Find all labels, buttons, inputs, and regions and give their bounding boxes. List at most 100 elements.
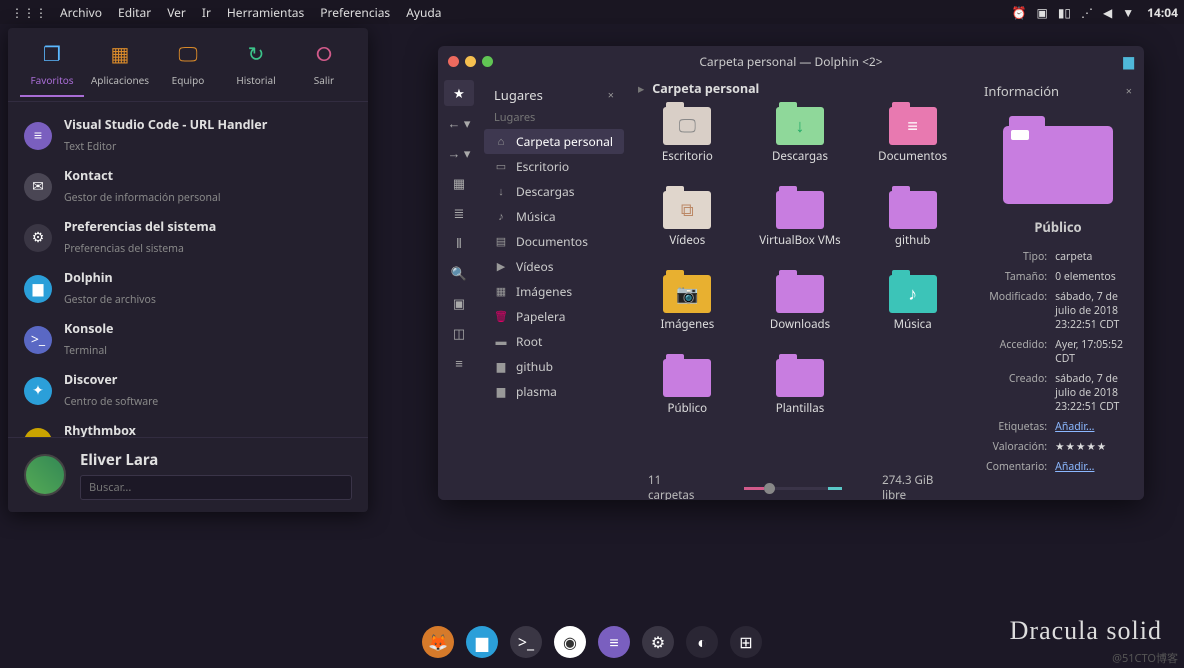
maximize-button[interactable]	[482, 56, 493, 67]
tab-aplicaciones[interactable]: ▦ Aplicaciones	[88, 40, 152, 97]
wifi-icon[interactable]: ⋰	[1076, 4, 1098, 21]
minimize-button[interactable]	[465, 56, 476, 67]
info-item-name: Público	[984, 218, 1132, 236]
tab-equipo[interactable]: 🖵 Equipo	[156, 40, 220, 97]
place-icon: ▶	[494, 259, 508, 274]
user-avatar[interactable]	[24, 454, 66, 496]
dock-item[interactable]: ⊞	[730, 626, 762, 658]
tab-salir[interactable]: ⭘ Salir	[292, 40, 356, 97]
equipo-icon: 🖵	[178, 40, 197, 67]
folder-item[interactable]: .fitem .ficon[style*='#c87de0']::before{…	[747, 275, 854, 357]
preview-icon[interactable]: ▣	[444, 290, 474, 316]
clock[interactable]: 14:04	[1139, 4, 1178, 21]
details-view-icon[interactable]: ⦀	[444, 230, 474, 256]
compact-view-icon[interactable]: ≣	[444, 200, 474, 226]
search-input[interactable]	[80, 475, 352, 500]
add-comment-link[interactable]: Añadir...	[1055, 460, 1094, 474]
menu-editar[interactable]: Editar	[110, 4, 159, 21]
dock-item[interactable]: >_	[510, 626, 542, 658]
folder-icon: .fitem .ficon[style*='#8fd89a']::before{…	[776, 107, 824, 145]
aplicaciones-icon: ▦	[111, 40, 130, 67]
tray-expand-icon[interactable]: ▼	[1117, 4, 1139, 21]
dock-item[interactable]: ≡	[598, 626, 630, 658]
dock-item[interactable]: ◉	[554, 626, 586, 658]
app-item[interactable]: ⚙ Preferencias del sistemaPreferencias d…	[20, 212, 356, 263]
dock-item[interactable]: 🦊	[422, 626, 454, 658]
menu-archivo[interactable]: Archivo	[52, 4, 110, 21]
place-item[interactable]: ♪ Música	[484, 204, 624, 229]
menu-preferencias[interactable]: Preferencias	[312, 4, 398, 21]
app-item[interactable]: ▆ DolphinGestor de archivos	[20, 263, 356, 314]
dock-item[interactable]: ◐	[686, 626, 718, 658]
forward-icon[interactable]: → ▾	[444, 140, 474, 166]
search-icon[interactable]: 🔍	[444, 260, 474, 286]
place-item[interactable]: ↓ Descargas	[484, 179, 624, 204]
place-item[interactable]: ▬ Root	[484, 329, 624, 354]
info-close-icon[interactable]: ×	[1126, 84, 1132, 99]
places-panel: Lugares× Lugares ⌂ Carpeta personal ▭ Es…	[480, 76, 628, 500]
folder-item[interactable]: .fitem .ficon[style*='#e8b030']::before{…	[634, 275, 741, 357]
menu-herramientas[interactable]: Herramientas	[219, 4, 312, 21]
folder-item[interactable]: .fitem .ficon[style*='#c87de0']::before{…	[747, 359, 854, 441]
folder-item[interactable]: .fitem .ficon[style*='#d9cfc7']::before{…	[634, 107, 741, 189]
dock-item[interactable]: ⚙	[642, 626, 674, 658]
place-item[interactable]: ▭ Escritorio	[484, 154, 624, 179]
place-item[interactable]: ▆ plasma	[484, 379, 624, 404]
folder-item[interactable]: .fitem .ficon[style*='#c87de0']::before{…	[747, 191, 854, 273]
place-item[interactable]: ▤ Documentos	[484, 229, 624, 254]
crumb-current[interactable]: Carpeta personal	[652, 80, 759, 97]
rating-stars[interactable]: ★★★★★	[1055, 438, 1130, 456]
zoom-slider[interactable]	[744, 487, 842, 490]
menu-ayuda[interactable]: Ayuda	[398, 4, 449, 21]
app-launcher-icon[interactable]: ⋮⋮⋮	[6, 4, 52, 21]
app-item[interactable]: ✉ KontactGestor de información personal	[20, 161, 356, 212]
app-item[interactable]: ✦ DiscoverCentro de software	[20, 365, 356, 416]
menu-icon[interactable]: ≡	[444, 350, 474, 376]
folder-item[interactable]: .fitem .ficon[style*='#c87de0']::before{…	[859, 191, 966, 273]
app-item[interactable]: ◉ RhythmboxReproductor de música	[20, 416, 356, 437]
place-item[interactable]: ▆ github	[484, 354, 624, 379]
folder-item[interactable]: .fitem .ficon[style*='#c87de0']::before{…	[634, 359, 741, 441]
folder-item[interactable]: .fitem .ficon[style*='#3cc4b8']::before{…	[859, 275, 966, 357]
place-icon: ↓	[494, 184, 508, 199]
statusbar: 11 carpetas 274.3 GiB libre	[628, 476, 972, 500]
salir-icon: ⭘	[316, 40, 332, 67]
place-item[interactable]: ▦ Imágenes	[484, 279, 624, 304]
item-count: 11 carpetas	[648, 473, 704, 500]
back-icon[interactable]: ← ▾	[444, 110, 474, 136]
breadcrumb[interactable]: ▸ Carpeta personal	[628, 76, 972, 101]
places-toggle-icon[interactable]: ★	[444, 80, 474, 106]
battery-icon[interactable]: ▮▯	[1053, 4, 1076, 21]
place-icon: ▆	[494, 384, 508, 399]
folder-item[interactable]: .fitem .ficon[style*='#8fd89a']::before{…	[747, 107, 854, 189]
icons-view-icon[interactable]: ▦	[444, 170, 474, 196]
add-tags-link[interactable]: Añadir...	[1055, 420, 1094, 434]
place-item[interactable]: ▶ Vídeos	[484, 254, 624, 279]
volume-icon[interactable]: ◀	[1098, 4, 1117, 21]
folder-item[interactable]: .fitem .ficon[style*='#e0d6cc']::before{…	[634, 191, 741, 273]
clipboard-icon[interactable]: ▣	[1031, 4, 1052, 21]
free-space: 274.3 GiB libre	[882, 473, 952, 500]
titlebar[interactable]: Carpeta personal — Dolphin <2> ▆	[438, 46, 1144, 76]
main-view: ▸ Carpeta personal .fitem .ficon[style*=…	[628, 76, 972, 500]
left-iconbar: ★ ← ▾ → ▾ ▦ ≣ ⦀ 🔍 ▣ ◫ ≡	[438, 76, 480, 500]
place-icon: ▭	[494, 159, 508, 174]
folder-item[interactable]: .fitem .ficon[style*='#e879b0']::before{…	[859, 107, 966, 189]
places-close-icon[interactable]: ×	[608, 88, 614, 103]
window-title: Carpeta personal — Dolphin <2>	[438, 53, 1144, 70]
menu-ver[interactable]: Ver	[159, 4, 194, 21]
place-item[interactable]: ⌂ Carpeta personal	[484, 129, 624, 154]
dock-item[interactable]: ▆	[466, 626, 498, 658]
menu-ir[interactable]: Ir	[194, 4, 219, 21]
dolphin-window: Carpeta personal — Dolphin <2> ▆ ★ ← ▾ →…	[438, 46, 1144, 500]
place-item[interactable]: 🗑 Papelera	[484, 304, 624, 329]
close-button[interactable]	[448, 56, 459, 67]
historial-icon: ↻	[248, 40, 265, 67]
notifications-icon[interactable]: ⏰	[1007, 4, 1032, 21]
tab-historial[interactable]: ↻ Historial	[224, 40, 288, 97]
app-item[interactable]: ≡ Visual Studio Code - URL HandlerText E…	[20, 110, 356, 161]
places-title: Lugares	[494, 86, 543, 104]
app-item[interactable]: >_ KonsoleTerminal	[20, 314, 356, 365]
split-icon[interactable]: ◫	[444, 320, 474, 346]
tab-favoritos[interactable]: ❐ Favoritos	[20, 40, 84, 97]
